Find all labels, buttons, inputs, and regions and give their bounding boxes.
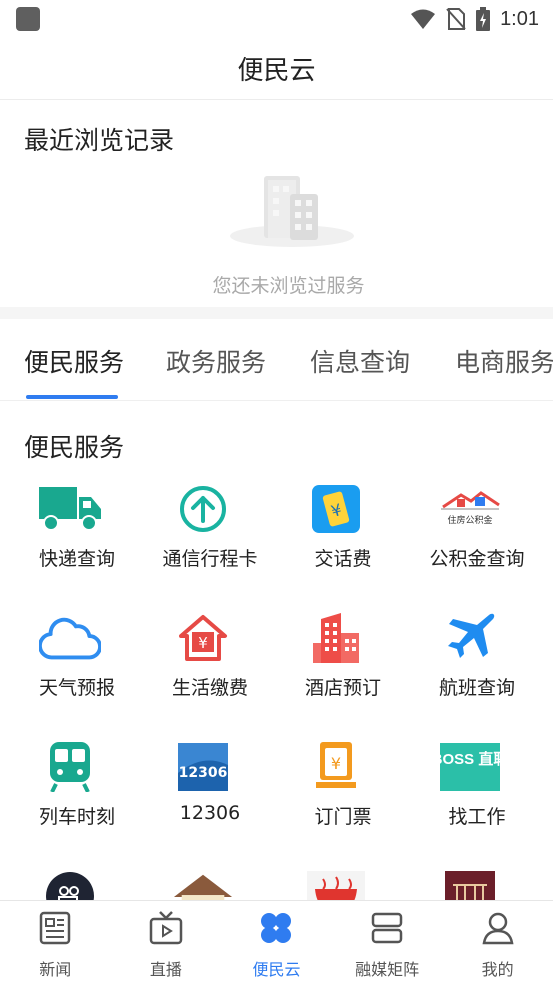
service-house[interactable] [133,861,271,900]
ticket-hand-icon: ¥ [305,736,367,798]
no-sim-icon [446,8,466,30]
service-label: 订门票 [314,806,372,828]
nav-live[interactable]: 直播 [111,901,222,983]
tab-info-query[interactable]: 信息查询 [310,343,410,379]
page-title: 便民云 [237,56,316,86]
recent-title: 最近浏览记录 [24,126,175,155]
boss-logo-text: BOSS 直聘 [440,750,500,768]
service-label: 12306 [179,802,241,824]
tab-ecommerce[interactable]: 电商服务 [455,343,553,379]
stack-icon [371,912,403,944]
service-train-schedule[interactable]: 列车时刻 [0,732,138,860]
delivery-truck-icon [39,478,101,540]
news-icon [40,911,71,945]
svg-text:¥: ¥ [331,754,341,773]
service-housing-fund[interactable]: 住房公积金 公积金查询 [400,474,538,602]
nav-bianminyun[interactable]: 便民云 [221,901,332,983]
service-12306[interactable]: 12306 12306 [133,732,271,860]
svg-text:¥: ¥ [198,634,208,652]
battery-icon [476,7,491,31]
cottage-icon [172,865,234,900]
section-title: 便民服务 [24,433,125,462]
tab-underline [26,395,118,399]
service-grid: 快递查询 通信行程卡 ¥ 交话费 住房公积金 公积金查询 天气预报 ¥ 生活缴费 [0,470,553,900]
noodle-bowl-icon [305,865,367,900]
clock: 1:01 [500,7,539,30]
arrow-up-circle-icon [172,478,234,540]
service-hotel[interactable]: 酒店预订 [266,603,404,731]
bottom-nav: 新闻 直播 便民云 融媒矩阵 我的 [0,900,553,983]
service-tickets[interactable]: ¥ 订门票 [266,732,404,860]
status-bar: 1:01 [0,0,553,38]
service-food[interactable] [266,861,404,900]
tab-convenience[interactable]: 便民服务 [24,343,124,379]
service-label: 交话费 [314,548,372,570]
service-phone-bill[interactable]: ¥ 交话费 [266,474,404,602]
museum-icon [439,865,501,900]
service-label: 找工作 [448,806,506,828]
12306-logo-text: 12306 [179,765,228,781]
hotel-building-icon [305,607,367,669]
notification-icon [16,7,40,31]
tv-live-icon [149,911,183,945]
cloud-icon [39,607,101,669]
12306-logo-icon: 12306 [172,736,234,798]
house-yuan-icon: ¥ [172,607,234,669]
app-header: 便民云 [0,38,553,100]
nav-label: 新闻 [39,960,72,979]
nav-label: 便民云 [252,960,301,979]
housing-fund-icon: 住房公积金 [439,478,501,540]
service-utility-bill[interactable]: ¥ 生活缴费 [133,603,271,731]
nav-label: 融媒矩阵 [355,960,420,979]
nav-news[interactable]: 新闻 [0,901,111,983]
wifi-icon [411,9,436,29]
user-icon [482,912,514,945]
service-label: 列车时刻 [38,806,115,828]
service-label: 公积金查询 [429,548,525,570]
train-icon [39,736,101,798]
divider [0,307,553,319]
nav-mine[interactable]: 我的 [442,901,553,983]
service-flight[interactable]: 航班查询 [400,603,538,731]
tab-government[interactable]: 政务服务 [166,343,266,379]
service-travel-card[interactable]: 通信行程卡 [133,474,271,602]
housing-fund-logo-text: 住房公积金 [447,514,492,526]
service-label: 生活缴费 [171,677,248,699]
service-video[interactable] [0,861,138,900]
service-label: 通信行程卡 [162,548,258,570]
service-label: 快递查询 [38,548,115,570]
service-museum[interactable] [400,861,538,900]
service-express[interactable]: 快递查询 [0,474,138,602]
boss-zhipin-icon: BOSS 直聘 [439,736,501,798]
phone-yuan-icon: ¥ [305,478,367,540]
status-icons: 1:01 [410,7,539,31]
video-camera-icon [39,865,101,900]
four-petal-icon [261,913,292,943]
service-label: 酒店预订 [304,677,381,699]
empty-text: 您还未浏览过服务 [212,275,365,297]
category-tabs: 便民服务 政务服务 信息查询 电商服务 [0,319,553,401]
nav-media-matrix[interactable]: 融媒矩阵 [332,901,443,983]
airplane-icon [439,607,501,669]
service-weather[interactable]: 天气预报 [0,603,138,731]
nav-label: 直播 [149,960,182,979]
service-label: 航班查询 [438,677,515,699]
service-jobs[interactable]: BOSS 直聘 找工作 [400,732,538,860]
nav-label: 我的 [481,960,514,979]
service-label: 天气预报 [38,677,115,699]
empty-buildings-icon [230,176,354,247]
